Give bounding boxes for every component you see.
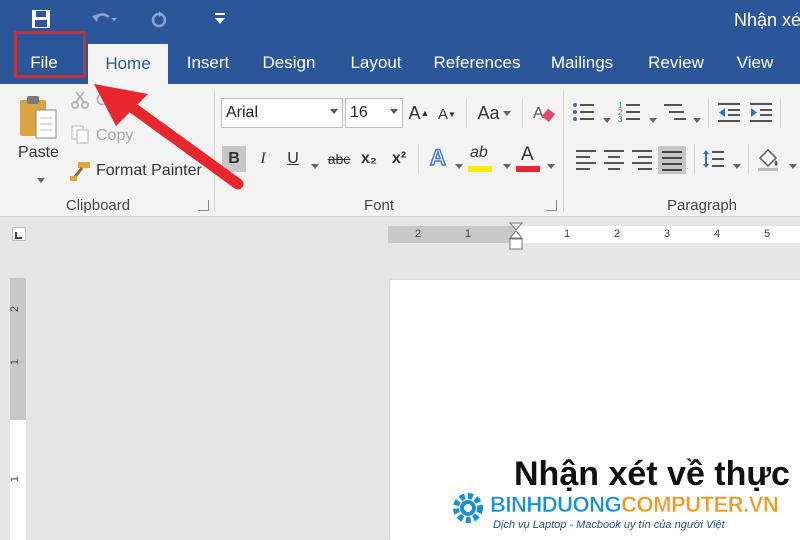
title-bar (0, 0, 800, 40)
shrink-font-label: A (438, 105, 449, 123)
subscript-button[interactable]: x₂ (356, 146, 382, 172)
line-spacing-dropdown-icon[interactable] (730, 156, 741, 174)
tab-insert[interactable]: Insert (178, 45, 238, 81)
tab-design[interactable]: Design (256, 45, 322, 81)
svg-text:3: 3 (618, 115, 623, 124)
group-separator (694, 144, 695, 174)
change-case-button[interactable]: Aa (474, 100, 514, 126)
bullets-dropdown-icon[interactable] (600, 110, 611, 128)
font-color-dropdown-icon[interactable] (544, 156, 555, 174)
tab-layout[interactable]: Layout (340, 45, 412, 81)
bullets-icon[interactable] (572, 100, 598, 124)
tab-view[interactable]: View (730, 45, 780, 81)
group-separator (418, 144, 419, 174)
align-center-icon[interactable] (602, 148, 626, 170)
justify-icon[interactable] (658, 146, 686, 174)
text-effects-button[interactable]: A (426, 144, 450, 172)
annotation-arrow (94, 84, 244, 190)
clipboard-group-label: Clipboard (65, 197, 131, 214)
paragraph-group-label: Paragraph (666, 197, 738, 214)
indent-marker-icon[interactable] (508, 222, 524, 252)
watermark-brand-part2: COMPUTER.VN (621, 492, 779, 518)
tab-selector-icon[interactable] (12, 227, 26, 241)
strikethrough-button[interactable]: abc (324, 146, 354, 172)
font-group-label: Font (363, 197, 394, 214)
group-separator (563, 90, 564, 212)
ruler-tick-label: 2 (415, 228, 422, 240)
font-color-label: A (521, 144, 534, 165)
paste-icon[interactable] (16, 92, 60, 142)
font-launcher-icon[interactable] (546, 200, 557, 211)
group-separator (748, 144, 749, 174)
document-heading[interactable]: Nhận xét về thực (514, 455, 790, 494)
ruler-tick-label: 4 (714, 228, 721, 240)
group-separator (780, 98, 781, 128)
save-icon[interactable] (28, 7, 54, 31)
vruler-tick-label: 2 (9, 305, 22, 313)
superscript-button[interactable]: x² (386, 146, 412, 172)
clipboard-launcher-icon[interactable] (198, 200, 209, 211)
group-separator (466, 98, 467, 128)
vruler-tick-label: 1 (9, 358, 22, 366)
ruler-tick-label: 3 (664, 228, 671, 240)
vertical-ruler-margin (10, 278, 26, 420)
svg-text:A: A (533, 105, 544, 122)
clear-formatting-icon[interactable]: A (532, 102, 556, 124)
watermark-brand-part1: BINHDUONG (490, 492, 622, 518)
customize-qat-icon[interactable] (210, 7, 230, 31)
font-size-value: 16 (350, 104, 368, 121)
ruler-tick-label: 5 (764, 228, 771, 240)
italic-button[interactable]: I (252, 146, 274, 172)
group-separator (708, 98, 709, 128)
cut-icon[interactable] (70, 90, 90, 110)
highlight-color-swatch (468, 166, 492, 172)
multilevel-dropdown-icon[interactable] (690, 110, 701, 128)
vruler-tick-label: 1 (9, 475, 22, 483)
grow-font-button[interactable]: A ▲ (408, 100, 430, 126)
tab-mailings[interactable]: Mailings (542, 45, 622, 81)
watermark-brand: BINHDUONGCOMPUTER.VN (490, 492, 779, 518)
align-left-icon[interactable] (574, 148, 598, 170)
underline-dropdown-icon[interactable] (308, 156, 319, 174)
copy-icon[interactable] (70, 124, 90, 144)
paste-dropdown-icon[interactable] (34, 170, 45, 188)
font-color-swatch (516, 166, 540, 172)
grow-font-label: A (408, 102, 421, 123)
highlight-label: ab (470, 144, 488, 161)
watermark-tagline: Dịch vụ Laptop - Macbook uy tín của ngườ… (493, 519, 725, 531)
undo-icon[interactable] (86, 7, 120, 31)
increase-indent-icon[interactable] (748, 100, 774, 124)
ruler-tick-label: 1 (465, 228, 472, 240)
format-painter-icon[interactable] (68, 160, 92, 182)
line-spacing-icon[interactable] (702, 148, 726, 170)
gear-logo-icon (450, 490, 486, 526)
underline-button[interactable]: U (282, 146, 304, 172)
multilevel-list-icon[interactable] (662, 100, 688, 124)
tab-home[interactable]: Home (88, 44, 168, 84)
group-separator (522, 98, 523, 128)
font-size-select[interactable]: 16 (345, 98, 403, 128)
paste-button[interactable]: Paste (18, 144, 59, 162)
highlight-dropdown-icon[interactable] (500, 156, 511, 174)
redo-icon[interactable] (146, 7, 172, 31)
shading-icon[interactable] (756, 146, 782, 172)
tab-references[interactable]: References (430, 45, 524, 81)
change-case-label: Aa (477, 102, 500, 123)
text-effects-dropdown-icon[interactable] (452, 156, 463, 174)
ruler-tick-label: 1 (564, 228, 571, 240)
numbering-icon[interactable]: 123 (618, 100, 644, 124)
file-tab-highlight-box (14, 31, 86, 78)
numbering-dropdown-icon[interactable] (646, 110, 657, 128)
align-right-icon[interactable] (630, 148, 654, 170)
horizontal-ruler-ticks: 2 1 1 2 3 4 5 (388, 226, 800, 243)
ruler-tick-label: 2 (614, 228, 621, 240)
window-title: Nhận xét (734, 10, 800, 30)
tab-review[interactable]: Review (640, 45, 712, 81)
font-color-button[interactable]: A (516, 144, 542, 174)
shading-dropdown-icon[interactable] (786, 156, 797, 174)
decrease-indent-icon[interactable] (716, 100, 742, 124)
highlight-button[interactable]: ab (468, 144, 496, 174)
shrink-font-button[interactable]: A ▼ (436, 102, 458, 126)
